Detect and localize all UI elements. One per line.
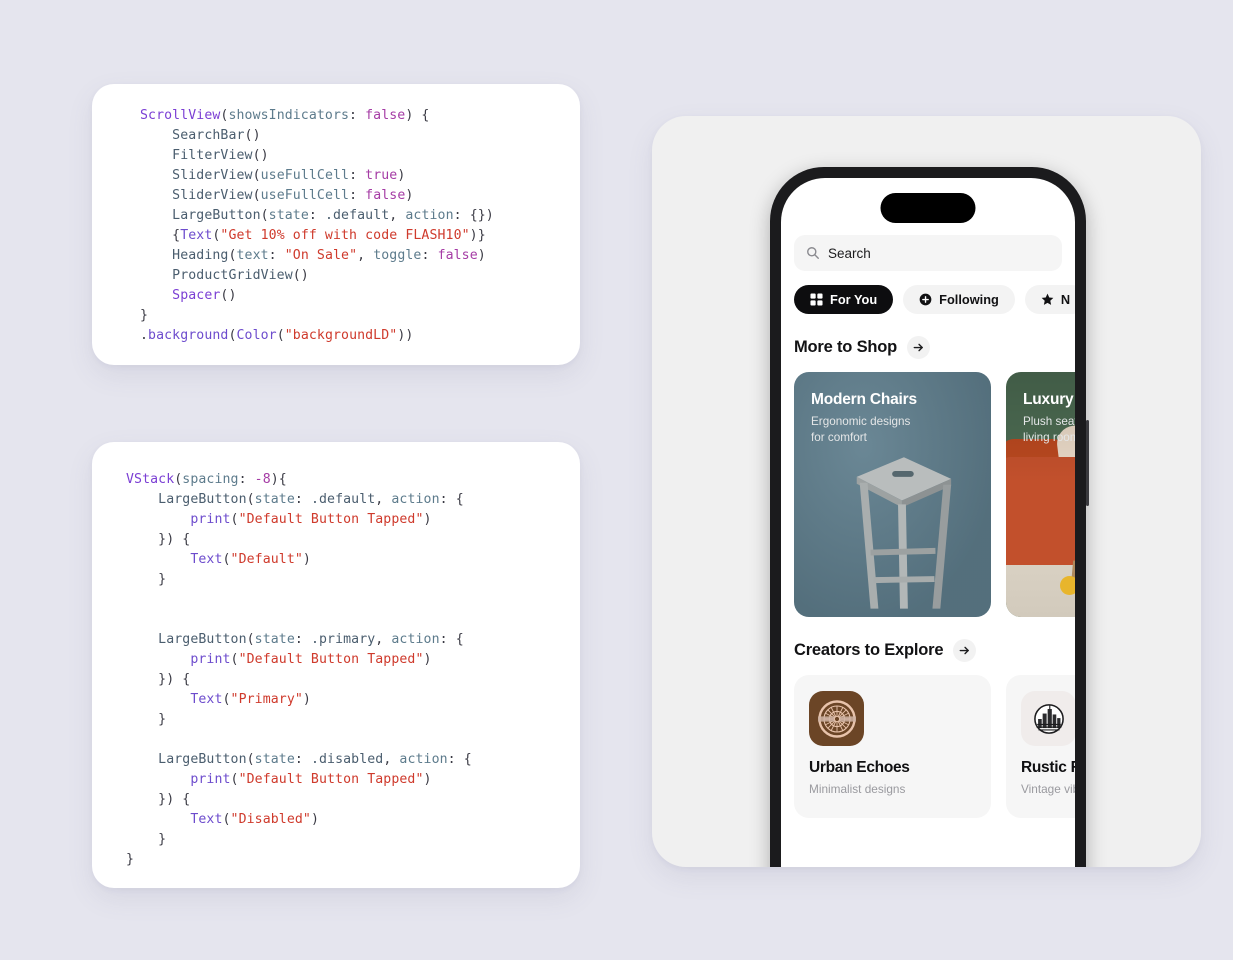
star-icon (1041, 293, 1054, 306)
shop-card-title: Luxury (1023, 391, 1074, 408)
code-block-largebutton-states: VStack(spacing: -8){ LargeButton(state: … (126, 472, 472, 867)
section-header-creators-to-explore: Creators to Explore (794, 639, 1062, 662)
section-arrow-button-creators[interactable] (953, 639, 977, 662)
creator-card-rustic-ra[interactable]: Rustic Ra Vintage vibe (1006, 675, 1075, 818)
creator-name: Rustic Ra (1021, 759, 1075, 776)
filter-chip-label: N (1060, 292, 1071, 307)
grid-icon (810, 293, 823, 306)
phone-showcase-panel: Search For You Following N More to Shop … (652, 116, 1201, 867)
code-card-scrollview: ScrollView(showsIndicators: false) { Sea… (92, 84, 580, 365)
creator-name: Urban Echoes (809, 759, 910, 776)
shop-card-luxury[interactable]: Luxury Plush seati living room (1006, 372, 1075, 617)
phone-side-button[interactable] (1086, 420, 1089, 506)
shop-card-subtitle: Plush seati living room (1023, 414, 1075, 444)
dynamic-island (880, 193, 976, 223)
filter-chip-label: Following (939, 292, 999, 307)
creator-avatar (1021, 691, 1075, 746)
city-skyline-icon (1033, 703, 1064, 734)
app-content: Search For You Following N More to Shop … (781, 235, 1075, 867)
canvas: ScrollView(showsIndicators: false) { Sea… (0, 0, 1233, 960)
shop-card-carousel[interactable]: Modern Chairs Ergonomic designs for comf… (794, 372, 1075, 617)
creator-description: Minimalist designs (809, 782, 906, 796)
arrow-right-icon (959, 646, 970, 655)
creator-card-urban-echoes[interactable]: Urban Echoes Minimalist designs (794, 675, 991, 818)
filter-chip-row: For You Following N (794, 285, 1075, 314)
filter-chip-following[interactable]: Following (903, 285, 1015, 314)
filter-chip-label: For You (830, 292, 878, 307)
shop-card-copy: Luxury Plush seati living room (1023, 391, 1075, 445)
shop-card-title: Modern Chairs (811, 391, 917, 408)
section-title: Creators to Explore (794, 641, 944, 659)
search-icon (806, 246, 820, 260)
phone-device: Search For You Following N More to Shop … (770, 167, 1089, 867)
creator-avatar (809, 691, 864, 746)
shop-card-copy: Modern Chairs Ergonomic designs for comf… (811, 391, 981, 445)
filter-chip-for-you[interactable]: For You (794, 285, 894, 314)
plus-circle-icon (919, 293, 932, 306)
seal-emblem-icon (817, 699, 856, 738)
code-card-largebutton-states: VStack(spacing: -8){ LargeButton(state: … (92, 442, 580, 888)
creator-card-carousel[interactable]: Urban Echoes Minimalist designs Rustic V… (794, 675, 1075, 818)
code-block-scrollview: ScrollView(showsIndicators: false) { Sea… (140, 108, 494, 343)
section-title: More to Shop (794, 338, 898, 356)
creator-description: Vintage vibe (1021, 782, 1075, 796)
section-header-more-to-shop: More to Shop (794, 336, 1062, 359)
shop-card-subtitle: Ergonomic designs for comfort (811, 414, 911, 444)
shop-card-modern-chairs[interactable]: Modern Chairs Ergonomic designs for comf… (794, 372, 991, 617)
section-arrow-button-more-to-shop[interactable] (907, 336, 931, 359)
arrow-right-icon (913, 343, 923, 352)
phone-screen: Search For You Following N More to Shop … (781, 178, 1075, 867)
filter-chip-new[interactable]: N (1024, 285, 1075, 314)
search-placeholder-text: Search (828, 245, 871, 261)
search-input[interactable]: Search (794, 235, 1062, 271)
wooden-stool-icon (856, 457, 952, 609)
